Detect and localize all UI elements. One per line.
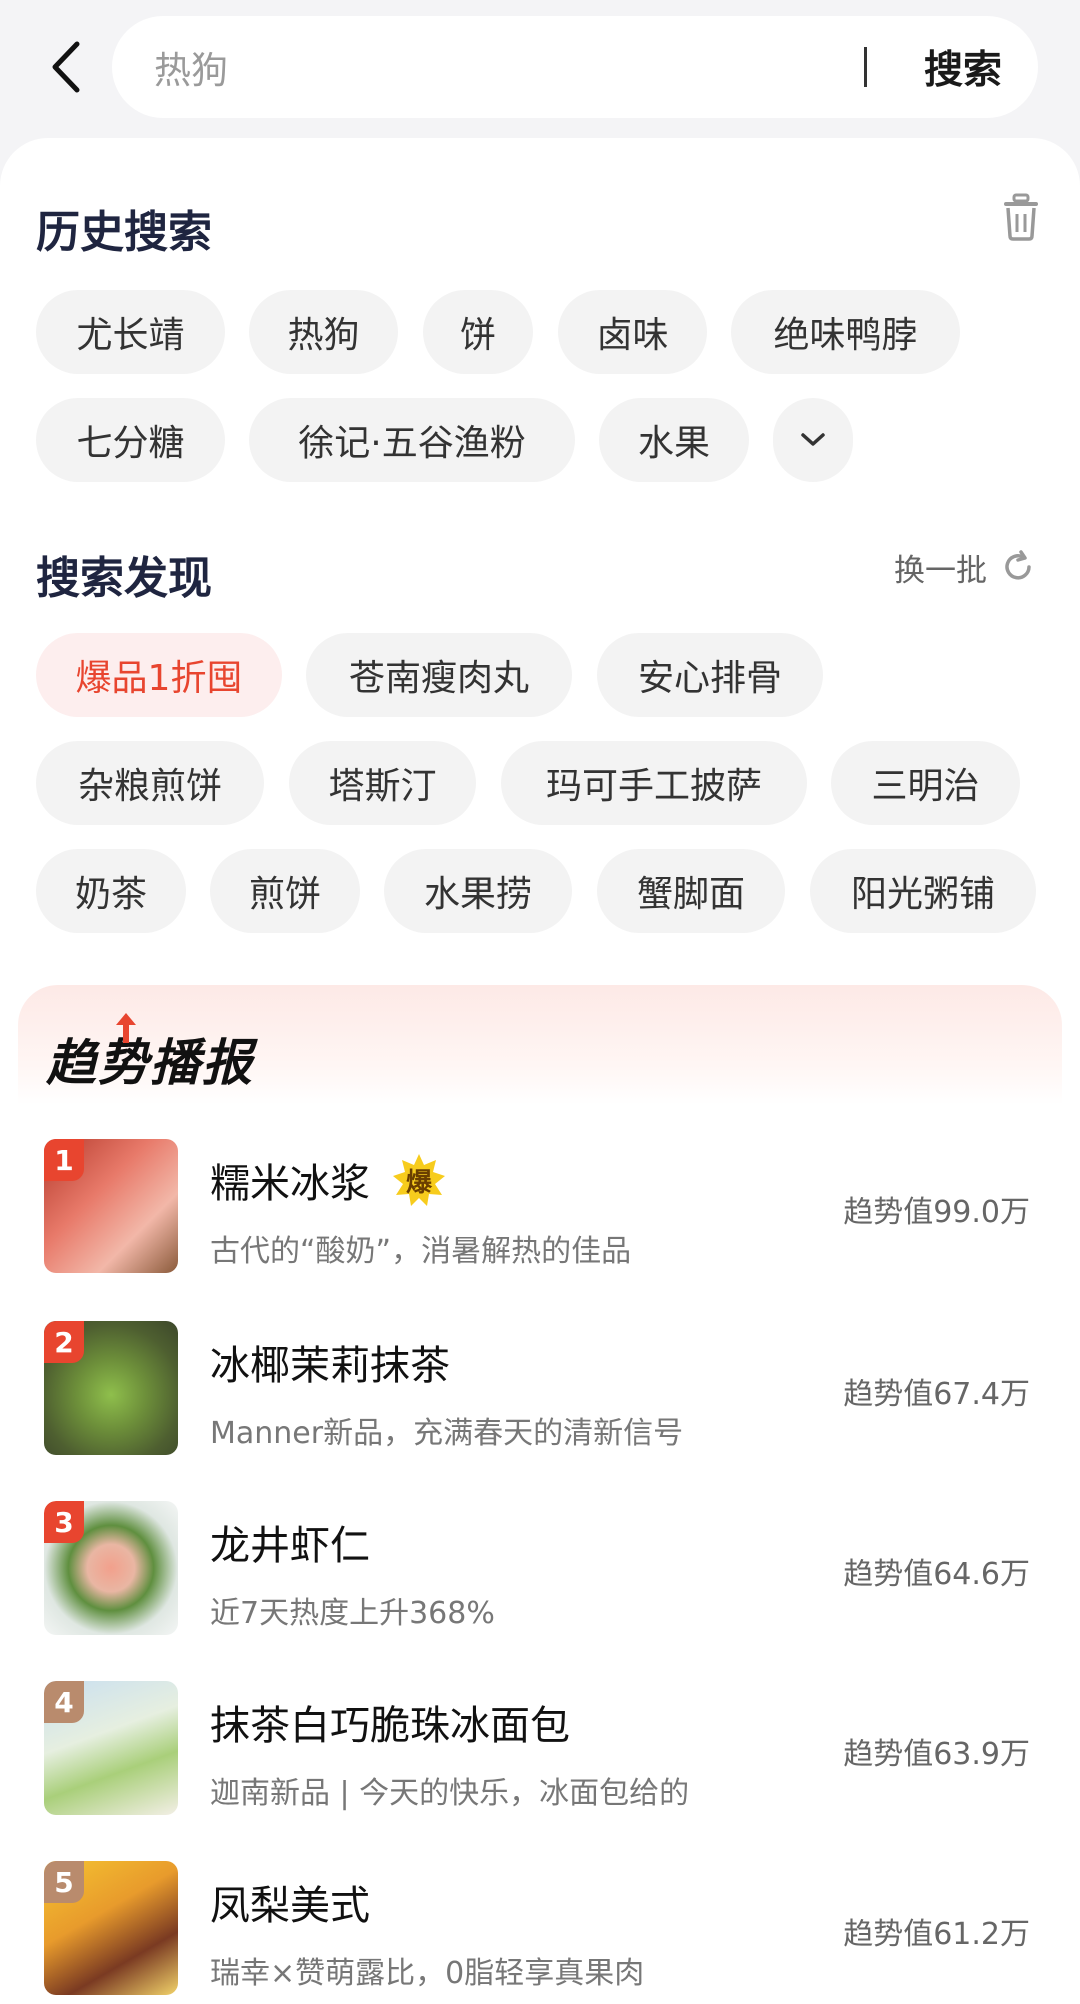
trend-up-arrow-icon	[116, 1013, 136, 1043]
search-divider	[864, 47, 867, 87]
discover-chip-hot[interactable]: 爆品1折囤	[36, 633, 282, 717]
refresh-label: 换一批	[894, 552, 987, 589]
discover-chip[interactable]: 杂粮煎饼	[36, 741, 264, 825]
item-name: 龙井虾仁	[210, 1523, 370, 1569]
item-name: 凤梨美式	[210, 1883, 370, 1929]
top-bar: 热狗 搜索	[0, 0, 1080, 138]
trend-row[interactable]: 1 糯米冰浆 爆 古代的“酸奶”，消暑解热的佳品 趋势值99.0万	[18, 1139, 1062, 1279]
history-chip[interactable]: 热狗	[249, 290, 398, 374]
discover-chip[interactable]: 水果捞	[384, 849, 572, 933]
rank-badge: 3	[44, 1501, 84, 1543]
item-name: 糯米冰浆	[210, 1161, 370, 1207]
discover-title: 搜索发现	[36, 553, 212, 604]
search-button[interactable]: 搜索	[908, 16, 1018, 118]
back-button[interactable]	[40, 36, 92, 98]
refresh-button[interactable]: 换一批	[894, 544, 1035, 590]
discover-chip[interactable]: 三明治	[831, 741, 1020, 825]
trend-value: 趋势值67.4万	[843, 1377, 1030, 1412]
trend-value: 趋势值61.2万	[843, 1917, 1030, 1952]
trend-value: 趋势值99.0万	[843, 1195, 1030, 1230]
trend-row[interactable]: 2 冰椰茉莉抹茶 Manner新品，充满春天的清新信号 趋势值67.4万	[18, 1321, 1062, 1461]
history-chip[interactable]: 绝味鸭脖	[731, 290, 960, 374]
search-box[interactable]: 热狗 搜索	[112, 16, 1038, 118]
rank-badge: 5	[44, 1861, 84, 1903]
trend-row[interactable]: 3 龙井虾仁 近7天热度上升368% 趋势值64.6万	[18, 1501, 1062, 1641]
hot-badge-text: 爆	[405, 1167, 432, 1198]
item-name: 冰椰茉莉抹茶	[210, 1343, 450, 1389]
history-chip[interactable]: 饼	[423, 290, 533, 374]
trend-row[interactable]: 4 抹茶白巧脆珠冰面包 迦南新品 | 今天的快乐，冰面包给的 趋势值63.9万	[18, 1681, 1062, 1821]
item-description: 古代的“酸奶”，消暑解热的佳品	[210, 1234, 632, 1269]
rank-badge: 4	[44, 1681, 84, 1723]
item-thumbnail: 3	[44, 1501, 178, 1635]
refresh-icon	[1005, 550, 1031, 580]
trend-card: 趋势播报 1 糯米冰浆 爆 古代的“酸奶”，消暑解热的佳品 趋势值99.0万 2…	[18, 985, 1062, 2004]
item-name-row: 冰椰茉莉抹茶	[210, 1333, 450, 1391]
discover-chip[interactable]: 阳光粥铺	[810, 849, 1036, 933]
chevron-left-icon	[52, 41, 80, 93]
history-chip[interactable]: 尤长靖	[36, 290, 225, 374]
item-thumbnail: 2	[44, 1321, 178, 1455]
item-name-row: 糯米冰浆 爆	[210, 1151, 446, 1209]
clear-history-button[interactable]	[998, 192, 1044, 242]
trend-row[interactable]: 5 凤梨美式 瑞幸×赞萌露比，0脂轻享真果肉 趋势值61.2万	[18, 1861, 1062, 2001]
item-name-row: 龙井虾仁	[210, 1513, 370, 1571]
trend-title: 趋势播报	[46, 1034, 254, 1092]
history-chip[interactable]: 水果	[599, 398, 749, 482]
item-name: 抹茶白巧脆珠冰面包	[210, 1703, 570, 1749]
item-thumbnail: 5	[44, 1861, 178, 1995]
trash-icon	[1004, 193, 1038, 241]
discover-chip[interactable]: 玛可手工披萨	[501, 741, 807, 825]
item-thumbnail: 4	[44, 1681, 178, 1815]
item-description: 近7天热度上升368%	[210, 1596, 495, 1631]
trend-value: 趋势值64.6万	[843, 1557, 1030, 1592]
expand-history-button[interactable]	[773, 398, 853, 482]
item-thumbnail: 1	[44, 1139, 178, 1273]
discover-chip[interactable]: 塔斯汀	[289, 741, 476, 825]
trend-value: 趋势值63.9万	[843, 1737, 1030, 1772]
chevron-down-icon	[801, 433, 825, 446]
rank-badge: 2	[44, 1321, 84, 1363]
discover-chip[interactable]: 苍南瘦肉丸	[306, 633, 572, 717]
item-description: 迦南新品 | 今天的快乐，冰面包给的	[210, 1776, 690, 1811]
discover-chip[interactable]: 蟹脚面	[597, 849, 785, 933]
search-input[interactable]: 热狗	[154, 16, 954, 118]
item-name-row: 抹茶白巧脆珠冰面包	[210, 1693, 570, 1751]
item-description: 瑞幸×赞萌露比，0脂轻享真果肉	[210, 1956, 645, 1991]
history-title: 历史搜索	[36, 207, 212, 258]
discover-chip[interactable]: 安心排骨	[597, 633, 823, 717]
item-description: Manner新品，充满春天的清新信号	[210, 1416, 684, 1451]
history-chip[interactable]: 徐记·五谷渔粉	[249, 398, 575, 482]
discover-chip[interactable]: 煎饼	[210, 849, 360, 933]
history-chip[interactable]: 七分糖	[36, 398, 225, 482]
discover-chip[interactable]: 奶茶	[36, 849, 186, 933]
rank-badge: 1	[44, 1139, 84, 1181]
item-name-row: 凤梨美式	[210, 1873, 370, 1931]
hot-badge: 爆	[392, 1153, 446, 1207]
history-chip[interactable]: 卤味	[558, 290, 707, 374]
